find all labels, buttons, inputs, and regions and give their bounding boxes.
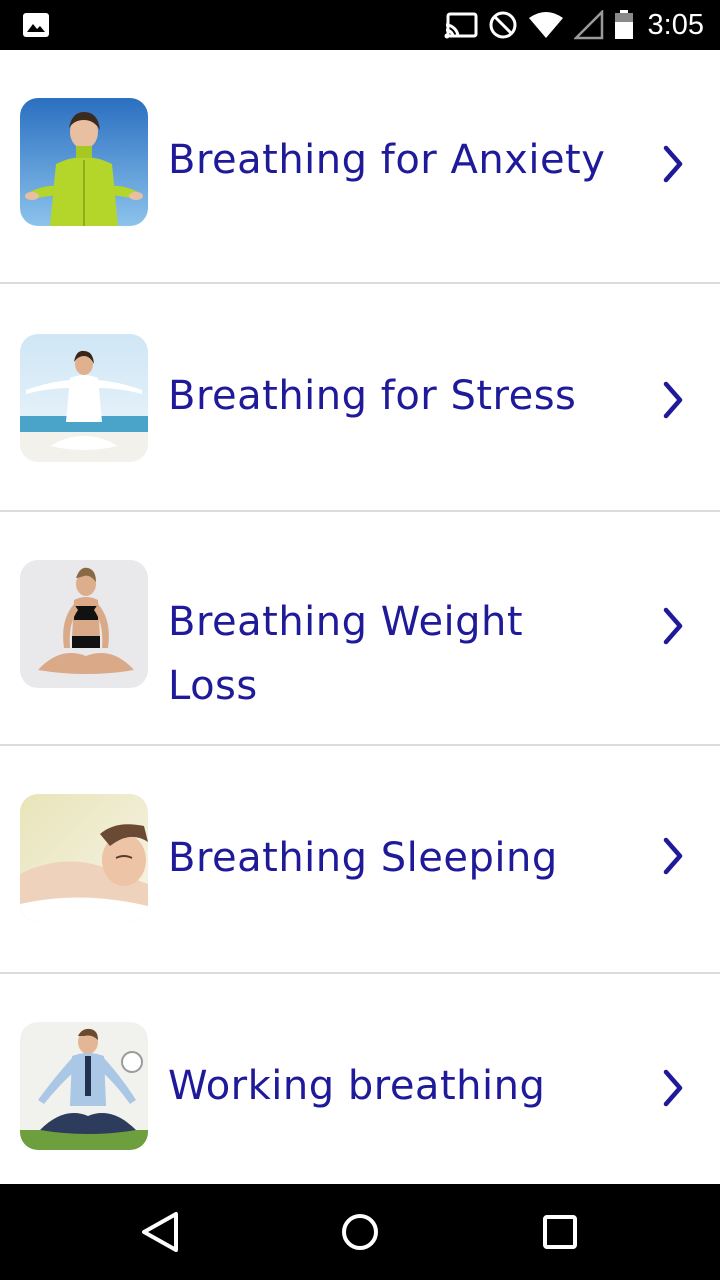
list-item[interactable]: Breathing for Anxiety (0, 50, 720, 284)
status-icons: 3:05 (444, 0, 704, 50)
businessman-meditating-photo (20, 1022, 148, 1150)
recents-icon[interactable] (536, 1208, 584, 1256)
chevron-right-icon[interactable] (658, 1066, 688, 1110)
battery-icon (614, 10, 633, 39)
cast-icon (444, 12, 478, 39)
list-item[interactable]: Breathing Sleeping (0, 746, 720, 974)
list-item-label: Breathing Weight Loss (168, 599, 524, 709)
wifi-icon (528, 12, 563, 38)
signal-icon (573, 10, 603, 40)
status-time: 3:05 (647, 8, 704, 41)
woman-meditating-beach-photo (20, 334, 148, 462)
list-item-label: Breathing for Stress (168, 373, 577, 419)
list-item-label: Breathing Sleeping (168, 835, 558, 881)
breathing-exercise-list: Breathing for Anxiety Breathing for Stre… (0, 50, 720, 1184)
list-item[interactable]: Working breathing (0, 974, 720, 1184)
list-item-label: Breathing for Anxiety (168, 137, 606, 183)
woman-sleeping-photo (20, 794, 148, 922)
back-icon[interactable] (136, 1208, 184, 1256)
status-bar: 3:05 (0, 0, 720, 50)
home-icon[interactable] (336, 1208, 384, 1256)
list-item[interactable]: Breathing for Stress (0, 284, 720, 512)
chevron-right-icon[interactable] (658, 378, 688, 422)
chevron-right-icon[interactable] (658, 604, 688, 648)
chevron-right-icon[interactable] (658, 834, 688, 878)
image-icon (23, 13, 49, 37)
woman-yoga-lotus-photo (20, 560, 148, 688)
list-item-label: Working breathing (168, 1063, 546, 1109)
list-item[interactable]: Breathing Weight Loss (0, 512, 720, 746)
do-not-disturb-icon (489, 11, 517, 39)
chevron-right-icon[interactable] (658, 142, 688, 186)
woman-breathing-outdoors-photo (20, 98, 148, 226)
navigation-bar (0, 1184, 720, 1280)
